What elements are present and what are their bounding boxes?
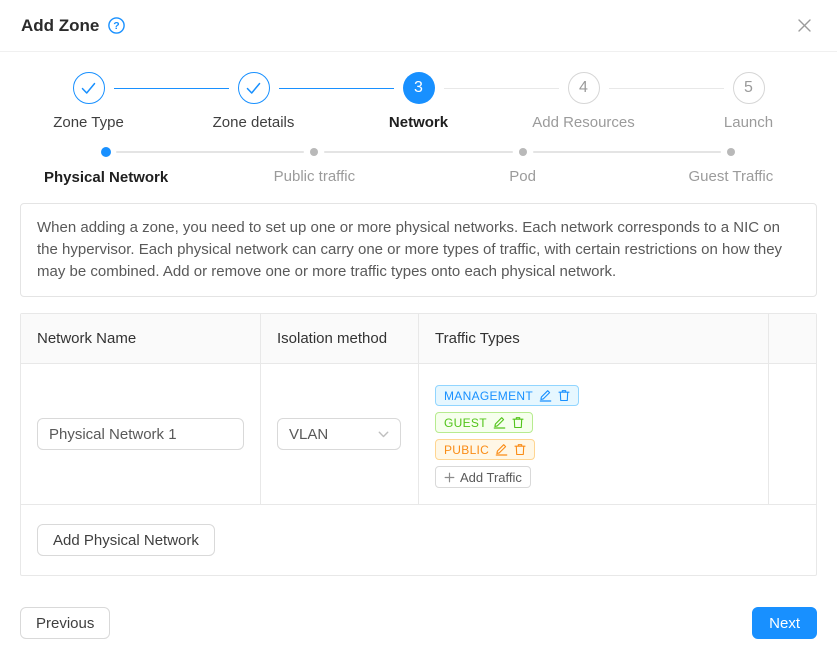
plus-icon [444, 472, 455, 483]
physical-network-table: Network Name Isolation method Traffic Ty… [20, 313, 817, 576]
table-header: Network Name Isolation method Traffic Ty… [21, 314, 816, 364]
check-icon [73, 72, 105, 104]
previous-button[interactable]: Previous [20, 607, 110, 639]
add-physical-network-button[interactable]: Add Physical Network [37, 524, 215, 556]
edit-icon[interactable] [539, 389, 552, 402]
selected-isolation-method: VLAN [289, 426, 328, 443]
isolation-method-cell: VLAN [261, 364, 419, 504]
column-header-isolation-method: Isolation method [261, 314, 419, 363]
step-dot-icon [519, 148, 527, 156]
step-dot-icon [310, 148, 318, 156]
close-icon[interactable] [793, 14, 816, 37]
network-substeps: Physical Network Public traffic Pod Gues… [0, 147, 837, 187]
substep-label: Physical Network [2, 169, 210, 187]
trash-icon[interactable] [558, 389, 570, 402]
dialog-title: Add Zone [21, 16, 99, 36]
substep-label: Guest Traffic [627, 168, 835, 186]
next-button[interactable]: Next [752, 607, 817, 639]
tag-label: PUBLIC [444, 443, 489, 457]
step-label: Zone details [171, 114, 336, 132]
step-number: 4 [568, 72, 600, 104]
tag-label: MANAGEMENT [444, 389, 533, 403]
tag-label: GUEST [444, 416, 487, 430]
edit-icon[interactable] [495, 443, 508, 456]
step-label: Zone Type [6, 114, 171, 132]
question-circle-icon[interactable]: ? [108, 17, 125, 34]
column-header-traffic-types: Traffic Types [419, 314, 769, 363]
step-zone-details: Zone details [171, 72, 336, 132]
step-number: 5 [733, 72, 765, 104]
isolation-method-select[interactable]: VLAN [277, 418, 401, 450]
traffic-tag-list: MANAGEMENT GUEST [435, 385, 752, 488]
step-label: Launch [666, 114, 831, 132]
step-dot-icon [101, 147, 111, 157]
trash-icon[interactable] [512, 416, 524, 429]
add-traffic-label: Add Traffic [460, 470, 522, 485]
edit-icon[interactable] [493, 416, 506, 429]
add-zone-dialog: Add Zone ? Zone Type Zone details 3 Netw… [0, 0, 837, 649]
table-row: VLAN MANAGEMENT [21, 364, 816, 505]
substep-label: Public traffic [210, 168, 418, 186]
table-footer: Add Physical Network [21, 505, 816, 575]
substep-physical-network: Physical Network [2, 147, 210, 187]
substep-guest-traffic: Guest Traffic [627, 147, 835, 187]
network-name-cell [21, 364, 261, 504]
check-icon [238, 72, 270, 104]
svg-text:?: ? [114, 20, 120, 32]
description-text: When adding a zone, you need to set up o… [37, 219, 782, 280]
column-header-network-name: Network Name [21, 314, 261, 363]
substep-pod: Pod [419, 147, 627, 187]
traffic-types-cell: MANAGEMENT GUEST [419, 364, 769, 504]
step-label: Add Resources [501, 114, 666, 132]
dialog-header: Add Zone ? [0, 0, 837, 52]
step-zone-type: Zone Type [6, 72, 171, 132]
trash-icon[interactable] [514, 443, 526, 456]
wizard-steps: Zone Type Zone details 3 Network 4 Add R… [0, 72, 837, 132]
chevron-down-icon [378, 431, 389, 438]
step-network: 3 Network [336, 72, 501, 132]
substep-public-traffic: Public traffic [210, 147, 418, 187]
step-dot-icon [727, 148, 735, 156]
step-launch: 5 Launch [666, 72, 831, 132]
column-header-empty [769, 314, 816, 363]
dialog-footer: Previous Next [0, 607, 837, 639]
add-traffic-button[interactable]: Add Traffic [435, 466, 531, 488]
traffic-tag-public: PUBLIC [435, 439, 535, 460]
substep-label: Pod [419, 168, 627, 186]
traffic-tag-guest: GUEST [435, 412, 533, 433]
network-name-input[interactable] [37, 418, 244, 450]
row-actions-cell [769, 364, 816, 504]
description-box: When adding a zone, you need to set up o… [20, 203, 817, 297]
traffic-tag-management: MANAGEMENT [435, 385, 579, 406]
step-add-resources: 4 Add Resources [501, 72, 666, 132]
step-label: Network [336, 114, 501, 132]
step-number: 3 [403, 72, 435, 104]
